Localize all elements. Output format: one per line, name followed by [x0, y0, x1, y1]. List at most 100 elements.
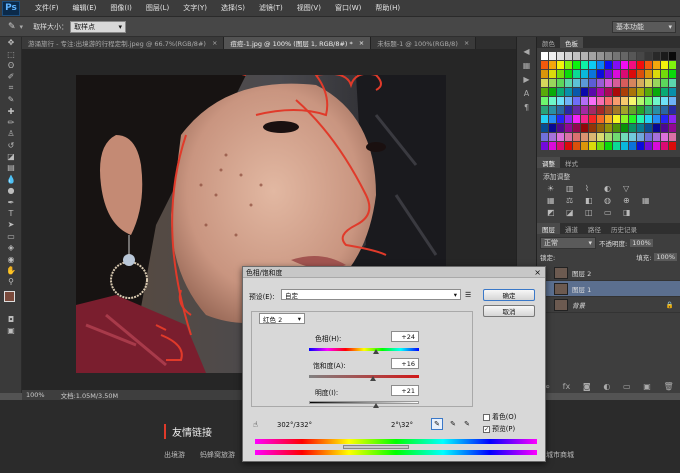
eyedropper-minus-icon[interactable]: ✎	[461, 418, 473, 430]
tab-channels[interactable]: 通道	[560, 223, 583, 234]
shape-tool-icon[interactable]: ▭	[0, 231, 22, 242]
character-panel-icon[interactable]: A	[517, 89, 536, 103]
color-swatch[interactable]	[653, 142, 660, 150]
color-swatch[interactable]	[541, 106, 548, 114]
color-swatch[interactable]	[549, 115, 556, 123]
color-swatch[interactable]	[629, 133, 636, 141]
color-swatch[interactable]	[573, 61, 580, 69]
menu-item[interactable]: 文字(Y)	[176, 3, 214, 13]
blur-tool-icon[interactable]: 💧	[0, 174, 22, 185]
color-swatch[interactable]	[629, 52, 636, 60]
color-swatch[interactable]	[541, 133, 548, 141]
saturation-slider-thumb[interactable]	[370, 376, 376, 381]
marquee-tool-icon[interactable]: ⬚	[0, 48, 22, 59]
color-swatch[interactable]	[629, 79, 636, 87]
color-swatch[interactable]	[669, 133, 676, 141]
channel-mixer-icon[interactable]: ⊕	[623, 196, 639, 205]
link-city-mall[interactable]: 城市商城	[546, 450, 574, 460]
color-swatch[interactable]	[597, 97, 604, 105]
trash-icon[interactable]: 🗑	[663, 382, 673, 391]
color-swatch[interactable]	[653, 70, 660, 78]
tab-styles[interactable]: 样式	[560, 157, 583, 168]
menu-item[interactable]: 编辑(E)	[66, 3, 104, 13]
color-swatch[interactable]	[661, 97, 668, 105]
color-swatch[interactable]	[637, 52, 644, 60]
color-swatch[interactable]	[581, 115, 588, 123]
color-swatch[interactable]	[565, 52, 572, 60]
dialog-title-bar[interactable]: 色相/饱和度 ×	[243, 267, 545, 278]
color-swatch[interactable]	[605, 79, 612, 87]
color-swatch[interactable]	[581, 142, 588, 150]
color-swatch[interactable]	[661, 115, 668, 123]
color-swatch[interactable]	[565, 115, 572, 123]
new-layer-icon[interactable]: ▣	[643, 382, 651, 391]
color-swatch[interactable]	[549, 88, 556, 96]
color-swatch[interactable]	[557, 106, 564, 114]
color-swatch[interactable]	[645, 115, 652, 123]
tool-preset-arrow-icon[interactable]: ▾	[20, 23, 24, 31]
channel-select[interactable]: 红色 2 ▾	[259, 313, 305, 324]
color-swatch[interactable]	[589, 61, 596, 69]
color-swatch[interactable]	[597, 124, 604, 132]
color-swatch[interactable]	[621, 70, 628, 78]
levels-icon[interactable]: ▥	[566, 184, 582, 193]
color-swatch[interactable]	[653, 106, 660, 114]
color-swatch[interactable]	[605, 124, 612, 132]
layer-row-selected[interactable]: ◉ 图层 1	[537, 281, 680, 297]
color-swatch[interactable]	[541, 142, 548, 150]
color-swatch[interactable]	[613, 115, 620, 123]
color-swatch[interactable]	[565, 88, 572, 96]
color-swatch[interactable]	[645, 106, 652, 114]
color-swatch[interactable]	[669, 61, 676, 69]
color-swatch[interactable]	[661, 70, 668, 78]
color-swatch[interactable]	[541, 124, 548, 132]
brush-tool-icon[interactable]: ✏	[0, 117, 22, 128]
saturation-input[interactable]: +16	[391, 358, 419, 369]
close-icon[interactable]: ×	[464, 39, 469, 47]
color-swatch[interactable]	[621, 61, 628, 69]
color-swatch[interactable]	[653, 52, 660, 60]
fill-value[interactable]: 100%	[654, 253, 677, 261]
saturation-slider[interactable]	[309, 375, 419, 378]
color-swatch[interactable]	[597, 133, 604, 141]
color-swatch[interactable]	[661, 124, 668, 132]
color-swatch[interactable]	[621, 79, 628, 87]
link-outbound[interactable]: 出境游	[164, 450, 185, 460]
color-swatch[interactable]	[589, 97, 596, 105]
color-swatch[interactable]	[629, 124, 636, 132]
panel-expand-icon[interactable]: ◀	[517, 47, 536, 61]
layer-row[interactable]: ◉ 背景 🔒	[537, 297, 680, 313]
color-swatch[interactable]	[629, 142, 636, 150]
color-swatch[interactable]	[573, 79, 580, 87]
close-icon[interactable]: ×	[212, 39, 217, 47]
color-swatch[interactable]	[613, 133, 620, 141]
color-swatch[interactable]	[549, 142, 556, 150]
targeted-adjust-icon[interactable]: ☝	[253, 420, 258, 429]
color-swatch[interactable]	[541, 88, 548, 96]
pen-tool-icon[interactable]: ✒	[0, 196, 22, 207]
gradient-map-icon[interactable]: ▭	[604, 208, 620, 217]
color-swatch[interactable]	[589, 88, 596, 96]
color-swatch[interactable]	[613, 124, 620, 132]
doc-size[interactable]: 文档:1.05M/3.50M	[61, 390, 119, 400]
color-swatch[interactable]	[613, 61, 620, 69]
eyedropper-plus-icon[interactable]: ✎	[447, 418, 459, 430]
color-swatch[interactable]	[661, 52, 668, 60]
color-swatch[interactable]	[621, 133, 628, 141]
color-swatch[interactable]	[589, 70, 596, 78]
menu-item[interactable]: 文件(F)	[28, 3, 66, 13]
move-tool-icon[interactable]: ✥	[0, 37, 22, 48]
3d-tool-icon[interactable]: ◈	[0, 242, 22, 253]
color-swatch[interactable]	[549, 52, 556, 60]
color-swatch[interactable]	[605, 106, 612, 114]
history-panel-icon[interactable]: ▦	[517, 61, 536, 75]
color-swatch[interactable]	[605, 70, 612, 78]
workspace-select[interactable]: 基本功能 ▾	[612, 21, 676, 33]
ok-button[interactable]: 确定	[483, 289, 535, 301]
color-swatch[interactable]	[669, 79, 676, 87]
photo-filter-icon[interactable]: ◍	[604, 196, 620, 205]
lookup-icon[interactable]: ▦	[642, 196, 658, 205]
close-icon[interactable]: ×	[359, 39, 364, 47]
color-swatch[interactable]	[661, 142, 668, 150]
color-swatch[interactable]	[581, 70, 588, 78]
